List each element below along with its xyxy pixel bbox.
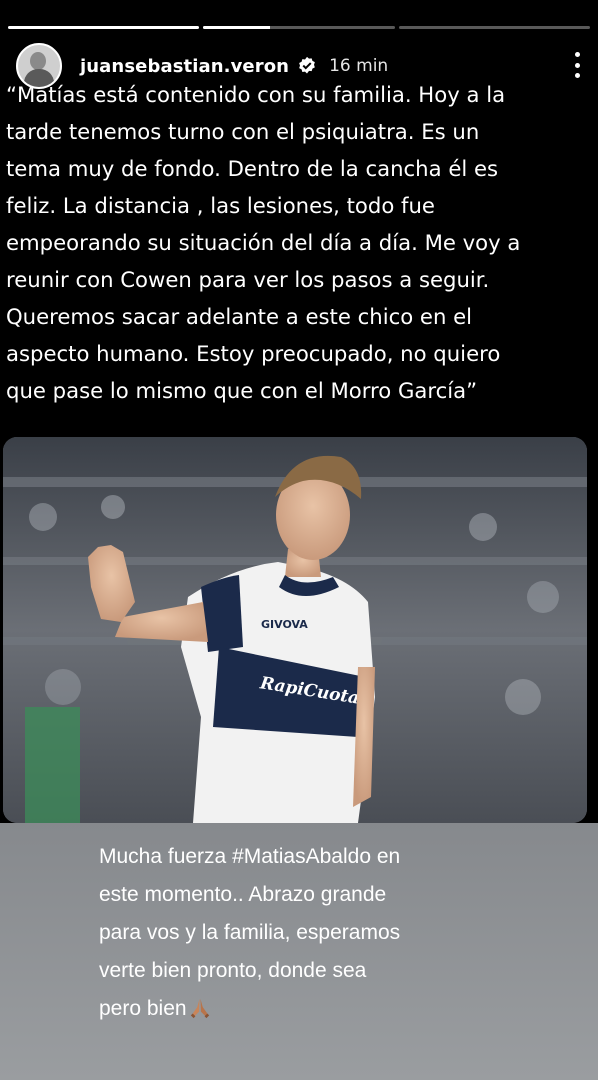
quote-line: aspecto humano. Estoy preocupado, no qui… [6, 341, 501, 366]
quote-line: reunir con Cowen para ver los pasos a se… [6, 267, 490, 292]
story-progress-bar [8, 26, 590, 29]
caption-pre: Mucha fuerza [99, 845, 233, 868]
quote-line: tarde tenemos turno con el psiquiatra. E… [6, 119, 480, 144]
player-photo: GIVOVA RapiCuota [3, 437, 587, 823]
username[interactable]: juansebastian.veron [80, 56, 289, 77]
story-segment-2 [203, 26, 395, 29]
quote-line: feliz. La distancia , las lesiones, todo… [6, 193, 435, 218]
caption-line: pero bien [99, 997, 187, 1020]
hashtag-link[interactable]: #MatiasAbaldo [232, 845, 371, 868]
caption-line: en [371, 845, 401, 868]
caption-line: para vos y la familia, esperamos [99, 921, 401, 944]
quote-line: tema muy de fondo. Dentro de la cancha é… [6, 156, 499, 181]
verified-badge-icon [299, 56, 315, 74]
story-segment-3 [398, 26, 590, 29]
quote-line: empeorando su situación del día a día. M… [6, 230, 521, 255]
caption-line: este momento.. Abrazo grande [99, 883, 387, 906]
quote-line: “Matías está contenido con su familia. H… [6, 82, 506, 107]
caption-text: Mucha fuerza #MatiasAbaldo en este momen… [99, 838, 479, 1028]
folded-hands-icon [190, 998, 209, 1019]
post-time: 16 min [329, 56, 389, 76]
quote-line: Queremos sacar adelante a este chico en … [6, 304, 473, 329]
quote-line: que pase lo mismo que con el Morro Garcí… [6, 378, 478, 403]
story-segment-1 [8, 26, 200, 29]
jersey-brand-text: GIVOVA [261, 618, 308, 631]
caption-line: verte bien pronto, donde sea [99, 959, 367, 982]
more-options-icon[interactable] [572, 52, 582, 78]
quote-text: “Matías está contenido con su familia. H… [6, 76, 592, 409]
